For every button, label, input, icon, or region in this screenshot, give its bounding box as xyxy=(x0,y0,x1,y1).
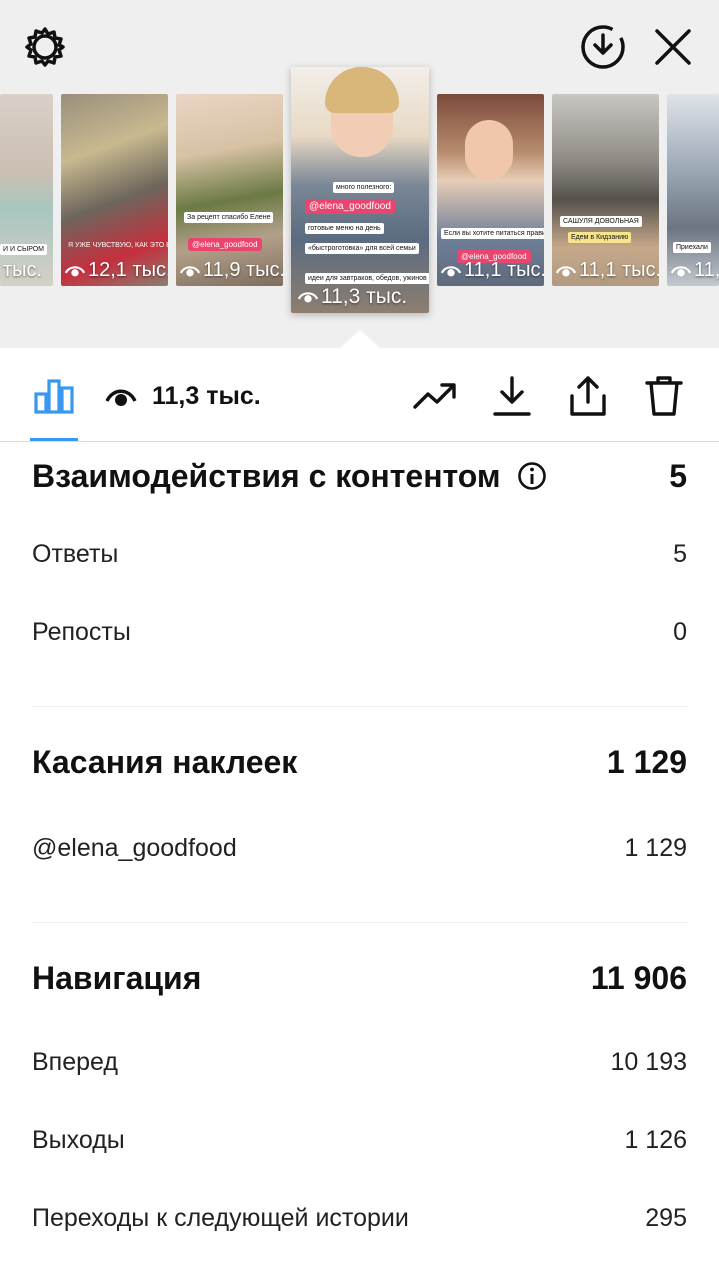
views-count-label: 11,3 тыс. xyxy=(152,381,261,410)
stat-value: 0 xyxy=(673,618,687,646)
bar-chart-icon xyxy=(34,379,74,414)
thumbnail-caption: И И СЫРОМ xyxy=(0,244,47,255)
story-thumbnail[interactable]: Я УЖЕ ЧУВСТВУЮ, КАК ЭТО ВКУСНО 12,1 тыс. xyxy=(61,94,168,286)
thumbnail-caption: САШУЛЯ ДОВОЛЬНАЯ xyxy=(560,216,642,227)
eye-icon xyxy=(555,265,577,276)
stat-row: @elena_goodfood 1 129 xyxy=(32,834,687,863)
eye-icon xyxy=(670,265,692,276)
thumbnail-views: 12,1 тыс. xyxy=(64,259,168,282)
promote-button[interactable] xyxy=(410,372,460,420)
stat-value: 5 xyxy=(673,540,687,568)
section-title: Навигация xyxy=(32,959,202,996)
trending-up-icon xyxy=(413,383,456,409)
eye-icon xyxy=(297,292,319,303)
stat-label: Переходы к следующей истории xyxy=(32,1204,409,1232)
story-thumbnail[interactable]: САШУЛЯ ДОВОЛЬНАЯ Едем в Кидзанию 11,1 ты… xyxy=(552,94,659,286)
views-count: 11,3 тыс. xyxy=(104,372,261,420)
section-title: Касания наклеек xyxy=(32,743,298,780)
eye-icon xyxy=(105,389,137,406)
close-icon[interactable] xyxy=(650,24,696,70)
stat-row: Вперед 10 193 xyxy=(32,1048,687,1077)
download-button[interactable] xyxy=(488,372,536,420)
section-title: Взаимодействия с контентом xyxy=(32,457,501,494)
selected-story-thumbnail[interactable]: много полезного: @elena_goodfood готовые… xyxy=(291,67,429,313)
story-line: «быстроготовка» для всей семьи xyxy=(305,243,419,254)
delete-button[interactable] xyxy=(640,372,688,420)
section-title-wrap: Взаимодействия с контентом xyxy=(32,458,547,495)
section-header: Навигация 11 906 xyxy=(32,952,687,1004)
thumbnail-views: 11,3 тыс. xyxy=(297,285,407,309)
section-title-wrap: Касания наклеек xyxy=(32,744,297,781)
story-toolbar: 11,3 тыс. xyxy=(0,348,719,442)
stat-label: Репосты xyxy=(32,618,131,646)
stat-value: 1 129 xyxy=(624,834,687,862)
thumbnail-caption: За рецепт спасибо Елене xyxy=(184,212,274,223)
thumbnail-caption: Я УЖЕ ЧУВСТВУЮ, КАК ЭТО ВКУСНО xyxy=(68,242,168,249)
stat-label: Ответы xyxy=(32,540,119,568)
thumbnail-caption: Если вы хотите питаться правильно xyxy=(441,228,544,239)
stat-label: @elena_goodfood xyxy=(32,834,237,862)
share-button[interactable] xyxy=(564,372,612,420)
active-tab-indicator xyxy=(30,438,78,441)
thumbnail-views: 11,1 тыс. xyxy=(440,259,544,282)
person-face xyxy=(465,120,513,180)
thumbnail-views: 11,1 тыс. xyxy=(555,259,659,282)
section-title-wrap: Навигация xyxy=(32,960,201,997)
section-value: 5 xyxy=(669,457,687,494)
info-icon[interactable] xyxy=(517,461,547,491)
eye-icon xyxy=(440,265,462,276)
story-line: готовые меню на день xyxy=(305,223,384,234)
stat-row: Выходы 1 126 xyxy=(32,1126,687,1155)
divider xyxy=(32,922,687,923)
story-tag: @elena_goodfood xyxy=(305,199,395,214)
thumbnail-tag: @elena_goodfood xyxy=(188,238,262,251)
eye-icon xyxy=(179,265,201,276)
gear-icon[interactable] xyxy=(22,24,68,70)
thumbnail-caption: Приехали xyxy=(673,242,711,253)
share-icon xyxy=(570,376,606,416)
story-thumbnail[interactable]: Приехали 11, xyxy=(667,94,719,286)
insights-tab[interactable] xyxy=(30,372,78,420)
stat-row: Переходы к следующей истории 295 xyxy=(32,1204,687,1233)
stat-label: Выходы xyxy=(32,1126,125,1154)
story-thumbnail-strip[interactable]: И И СЫРОМ тыс. Я УЖЕ ЧУВСТВУЮ, КАК ЭТО В… xyxy=(0,67,719,314)
story-thumbnail[interactable]: Если вы хотите питаться правильно @elena… xyxy=(437,94,544,286)
selected-pointer xyxy=(340,330,380,348)
thumbnail-views: 11,9 тыс. xyxy=(179,259,283,282)
section-value: 11 906 xyxy=(590,959,687,996)
stat-row: Ответы 5 xyxy=(32,540,687,569)
section-header: Взаимодействия с контентом 5 xyxy=(32,450,687,502)
download-icon xyxy=(493,376,531,416)
eye-icon xyxy=(64,265,86,276)
story-caption: много полезного: xyxy=(333,182,395,193)
story-thumbnail[interactable]: За рецепт спасибо Елене @elena_goodfood … xyxy=(176,94,283,286)
section-header: Касания наклеек 1 129 xyxy=(32,736,687,788)
thumbnail-views: тыс. xyxy=(3,259,43,281)
stat-value: 295 xyxy=(645,1204,687,1232)
section-value: 1 129 xyxy=(606,743,687,780)
story-line: идеи для завтраков, обедов, ужинов xyxy=(305,273,429,284)
story-thumbnail[interactable]: И И СЫРОМ тыс. xyxy=(0,94,53,286)
thumbnail-tag: Едем в Кидзанию xyxy=(568,232,632,243)
thumbnail-views: 11, xyxy=(670,259,719,282)
download-circle-icon[interactable] xyxy=(578,22,628,72)
divider xyxy=(32,706,687,707)
stat-value: 1 126 xyxy=(624,1126,687,1154)
stat-value: 10 193 xyxy=(610,1048,687,1076)
trash-icon xyxy=(645,376,683,416)
stat-label: Вперед xyxy=(32,1048,118,1076)
stat-row: Репосты 0 xyxy=(32,618,687,647)
person-hair xyxy=(325,67,399,113)
story-viewer: И И СЫРОМ тыс. Я УЖЕ ЧУВСТВУЮ, КАК ЭТО В… xyxy=(0,0,719,348)
